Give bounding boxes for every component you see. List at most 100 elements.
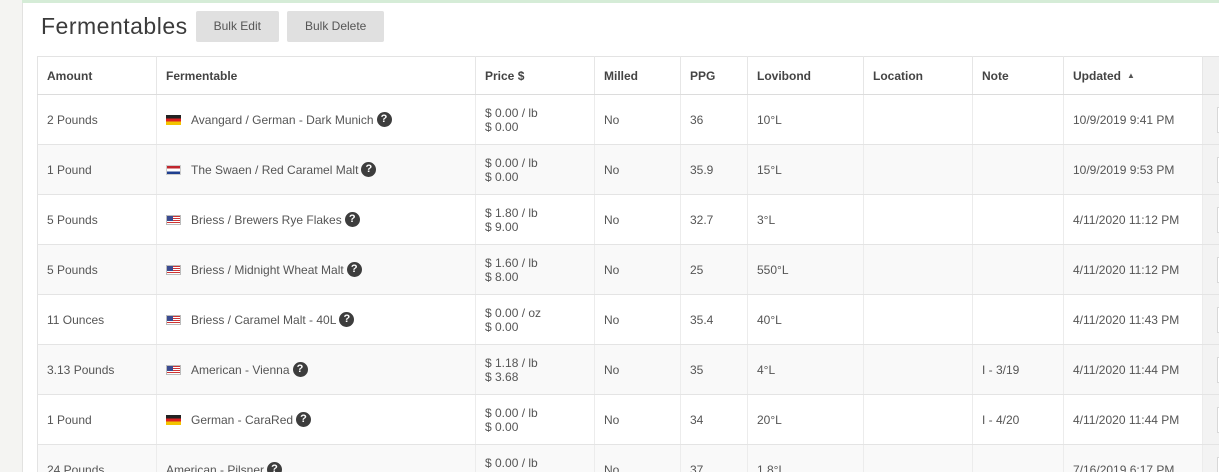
country-flag-icon xyxy=(166,264,181,275)
cell-updated: 4/11/2020 11:44 PM xyxy=(1063,394,1203,445)
price-per-unit: $ 0.00 / lb xyxy=(485,105,538,120)
price-per-unit: $ 0.00 / lb xyxy=(485,155,538,170)
cell-lovibond: 10°L xyxy=(747,94,864,145)
price-total: $ 0.00 xyxy=(485,119,519,134)
price-total: $ 0.00 xyxy=(485,319,519,334)
table-row[interactable]: 5 Pounds Briess / Brewers Rye Flakes? $ 1.… xyxy=(37,194,1219,245)
fermentable-name-link[interactable]: Briess / Brewers Rye Flakes xyxy=(191,213,342,227)
cell-updated: 4/11/2020 11:12 PM xyxy=(1063,244,1203,295)
cell-fermentable: American - Vienna? xyxy=(156,344,476,395)
page-title: Fermentables xyxy=(41,13,188,39)
cell-location xyxy=(863,144,973,195)
price-per-unit: $ 1.80 / lb xyxy=(485,205,538,220)
cell-lovibond: 4°L xyxy=(747,344,864,395)
table-row[interactable]: 24 Pounds American - Pilsner? $ 0.00 / lb$… xyxy=(37,444,1219,472)
price-total: $ 0.00 xyxy=(485,169,519,184)
fermentable-name-link[interactable]: American - Vienna xyxy=(191,363,290,377)
cell-lovibond: 3°L xyxy=(747,194,864,245)
help-icon[interactable]: ? xyxy=(376,112,392,127)
cell-location xyxy=(863,244,973,295)
help-icon[interactable]: ? xyxy=(296,412,312,427)
cell-actions xyxy=(1202,394,1219,445)
cell-location xyxy=(863,194,973,245)
column-header-amount[interactable]: Amount xyxy=(37,56,157,95)
price-total: $ 8.00 xyxy=(485,269,519,284)
cell-price: $ 0.00 / oz $ 0.00 xyxy=(475,294,595,345)
cell-ppg: 25 xyxy=(680,244,748,295)
help-icon[interactable]: ? xyxy=(339,312,355,327)
cell-actions xyxy=(1202,244,1219,295)
cell-ppg: 35 xyxy=(680,344,748,395)
cell-location xyxy=(863,344,973,395)
cell-milled: No xyxy=(594,144,681,195)
table-body: 2 Pounds Avangard / German - Dark Munich?… xyxy=(37,94,1219,472)
help-icon[interactable]: ? xyxy=(344,212,360,227)
country-flag-icon xyxy=(166,114,181,125)
cell-lovibond: 550°L xyxy=(747,244,864,295)
cell-location xyxy=(863,94,973,145)
cell-price: $ 0.00 / lb$ 0.00 xyxy=(475,444,595,472)
bulk-edit-button[interactable]: Bulk Edit xyxy=(195,11,279,42)
cell-lovibond: 20°L xyxy=(747,394,864,445)
fermentable-name-link[interactable]: Briess / Caramel Malt - 40L xyxy=(191,313,336,327)
column-header-lovibond[interactable]: Lovibond xyxy=(747,56,864,95)
cell-note xyxy=(972,144,1064,195)
left-gutter xyxy=(0,0,23,472)
price-total: $ 9.00 xyxy=(485,219,519,234)
cell-fermentable: The Swaen / Red Caramel Malt? xyxy=(156,144,476,195)
cell-milled: No xyxy=(594,294,681,345)
column-header-milled[interactable]: Milled xyxy=(594,56,681,95)
bulk-delete-button[interactable]: Bulk Delete xyxy=(286,11,385,42)
cell-price: $ 0.00 / lb$ 0.00 xyxy=(475,94,595,145)
cell-lovibond: 1.8°L xyxy=(747,444,864,472)
cell-actions xyxy=(1202,344,1219,395)
cell-location xyxy=(863,394,973,445)
price-per-unit: $ 0.00 / lb xyxy=(485,455,538,470)
help-icon[interactable]: ? xyxy=(267,462,283,472)
help-icon[interactable]: ? xyxy=(292,362,308,377)
cell-price: $ 1.18 / lb $ 3.68 xyxy=(475,344,595,395)
cell-actions xyxy=(1202,294,1219,345)
cell-note xyxy=(972,94,1064,145)
table-row[interactable]: 2 Pounds Avangard / German - Dark Munich?… xyxy=(37,94,1219,145)
table-row[interactable]: 1 Pound German - CaraRed? $ 0.00 / lb $ 0.0… xyxy=(37,394,1219,445)
cell-updated: 10/9/2019 9:41 PM xyxy=(1063,94,1203,145)
cell-milled: No xyxy=(594,194,681,245)
fermentable-name-link[interactable]: Briess / Midnight Wheat Malt xyxy=(191,263,344,277)
help-icon[interactable]: ? xyxy=(346,262,362,277)
country-flag-icon xyxy=(166,214,181,225)
country-flag-icon xyxy=(166,314,181,325)
fermentable-name-link[interactable]: Avangard / German - Dark Munich xyxy=(191,113,374,127)
cell-milled: No xyxy=(594,344,681,395)
cell-fermentable: Briess / Midnight Wheat Malt? xyxy=(156,244,476,295)
column-header-price[interactable]: Price $ xyxy=(475,56,595,95)
cell-fermentable: Briess / Brewers Rye Flakes? xyxy=(156,194,476,245)
cell-note: I - 4/20 xyxy=(972,394,1064,445)
fermentables-table-wrap: Amount Fermentable Price $ Milled PPG Lo… xyxy=(37,56,1219,472)
help-icon[interactable]: ? xyxy=(361,162,377,177)
cell-ppg: 35.9 xyxy=(680,144,748,195)
table-row[interactable]: 11 Ounces Briess / Caramel Malt - 40L? $ 0… xyxy=(37,294,1219,345)
cell-fermentable: German - CaraRed? xyxy=(156,394,476,445)
cell-amount: 24 Pounds xyxy=(37,444,157,472)
column-header-note[interactable]: Note xyxy=(972,56,1064,95)
column-header-fermentable[interactable]: Fermentable xyxy=(156,56,476,95)
table-row[interactable]: 1 Pound The Swaen / Red Caramel Malt? $ 0.… xyxy=(37,144,1219,195)
table-row[interactable]: 5 Pounds Briess / Midnight Wheat Malt? $ 1… xyxy=(37,244,1219,295)
fermentable-name-link[interactable]: American - Pilsner xyxy=(166,463,264,472)
cell-ppg: 34 xyxy=(680,394,748,445)
cell-lovibond: 15°L xyxy=(747,144,864,195)
fermentable-name-link[interactable]: German - CaraRed xyxy=(191,413,293,427)
cell-updated: 4/11/2020 11:12 PM xyxy=(1063,194,1203,245)
column-header-location[interactable]: Location xyxy=(863,56,973,95)
cell-price: $ 1.60 / lb $ 8.00 xyxy=(475,244,595,295)
table-header-row: Amount Fermentable Price $ Milled PPG Lo… xyxy=(37,56,1219,95)
cell-ppg: 37 xyxy=(680,444,748,472)
cell-actions xyxy=(1202,194,1219,245)
column-header-ppg[interactable]: PPG xyxy=(680,56,748,95)
price-per-unit: $ 0.00 / lb xyxy=(485,405,538,420)
table-row[interactable]: 3.13 Pounds American - Vienna? $ 1.18 / lb… xyxy=(37,344,1219,395)
fermentable-name-link[interactable]: The Swaen / Red Caramel Malt xyxy=(191,163,358,177)
cell-note xyxy=(972,194,1064,245)
column-header-updated[interactable]: Updated ▲ xyxy=(1063,56,1203,95)
